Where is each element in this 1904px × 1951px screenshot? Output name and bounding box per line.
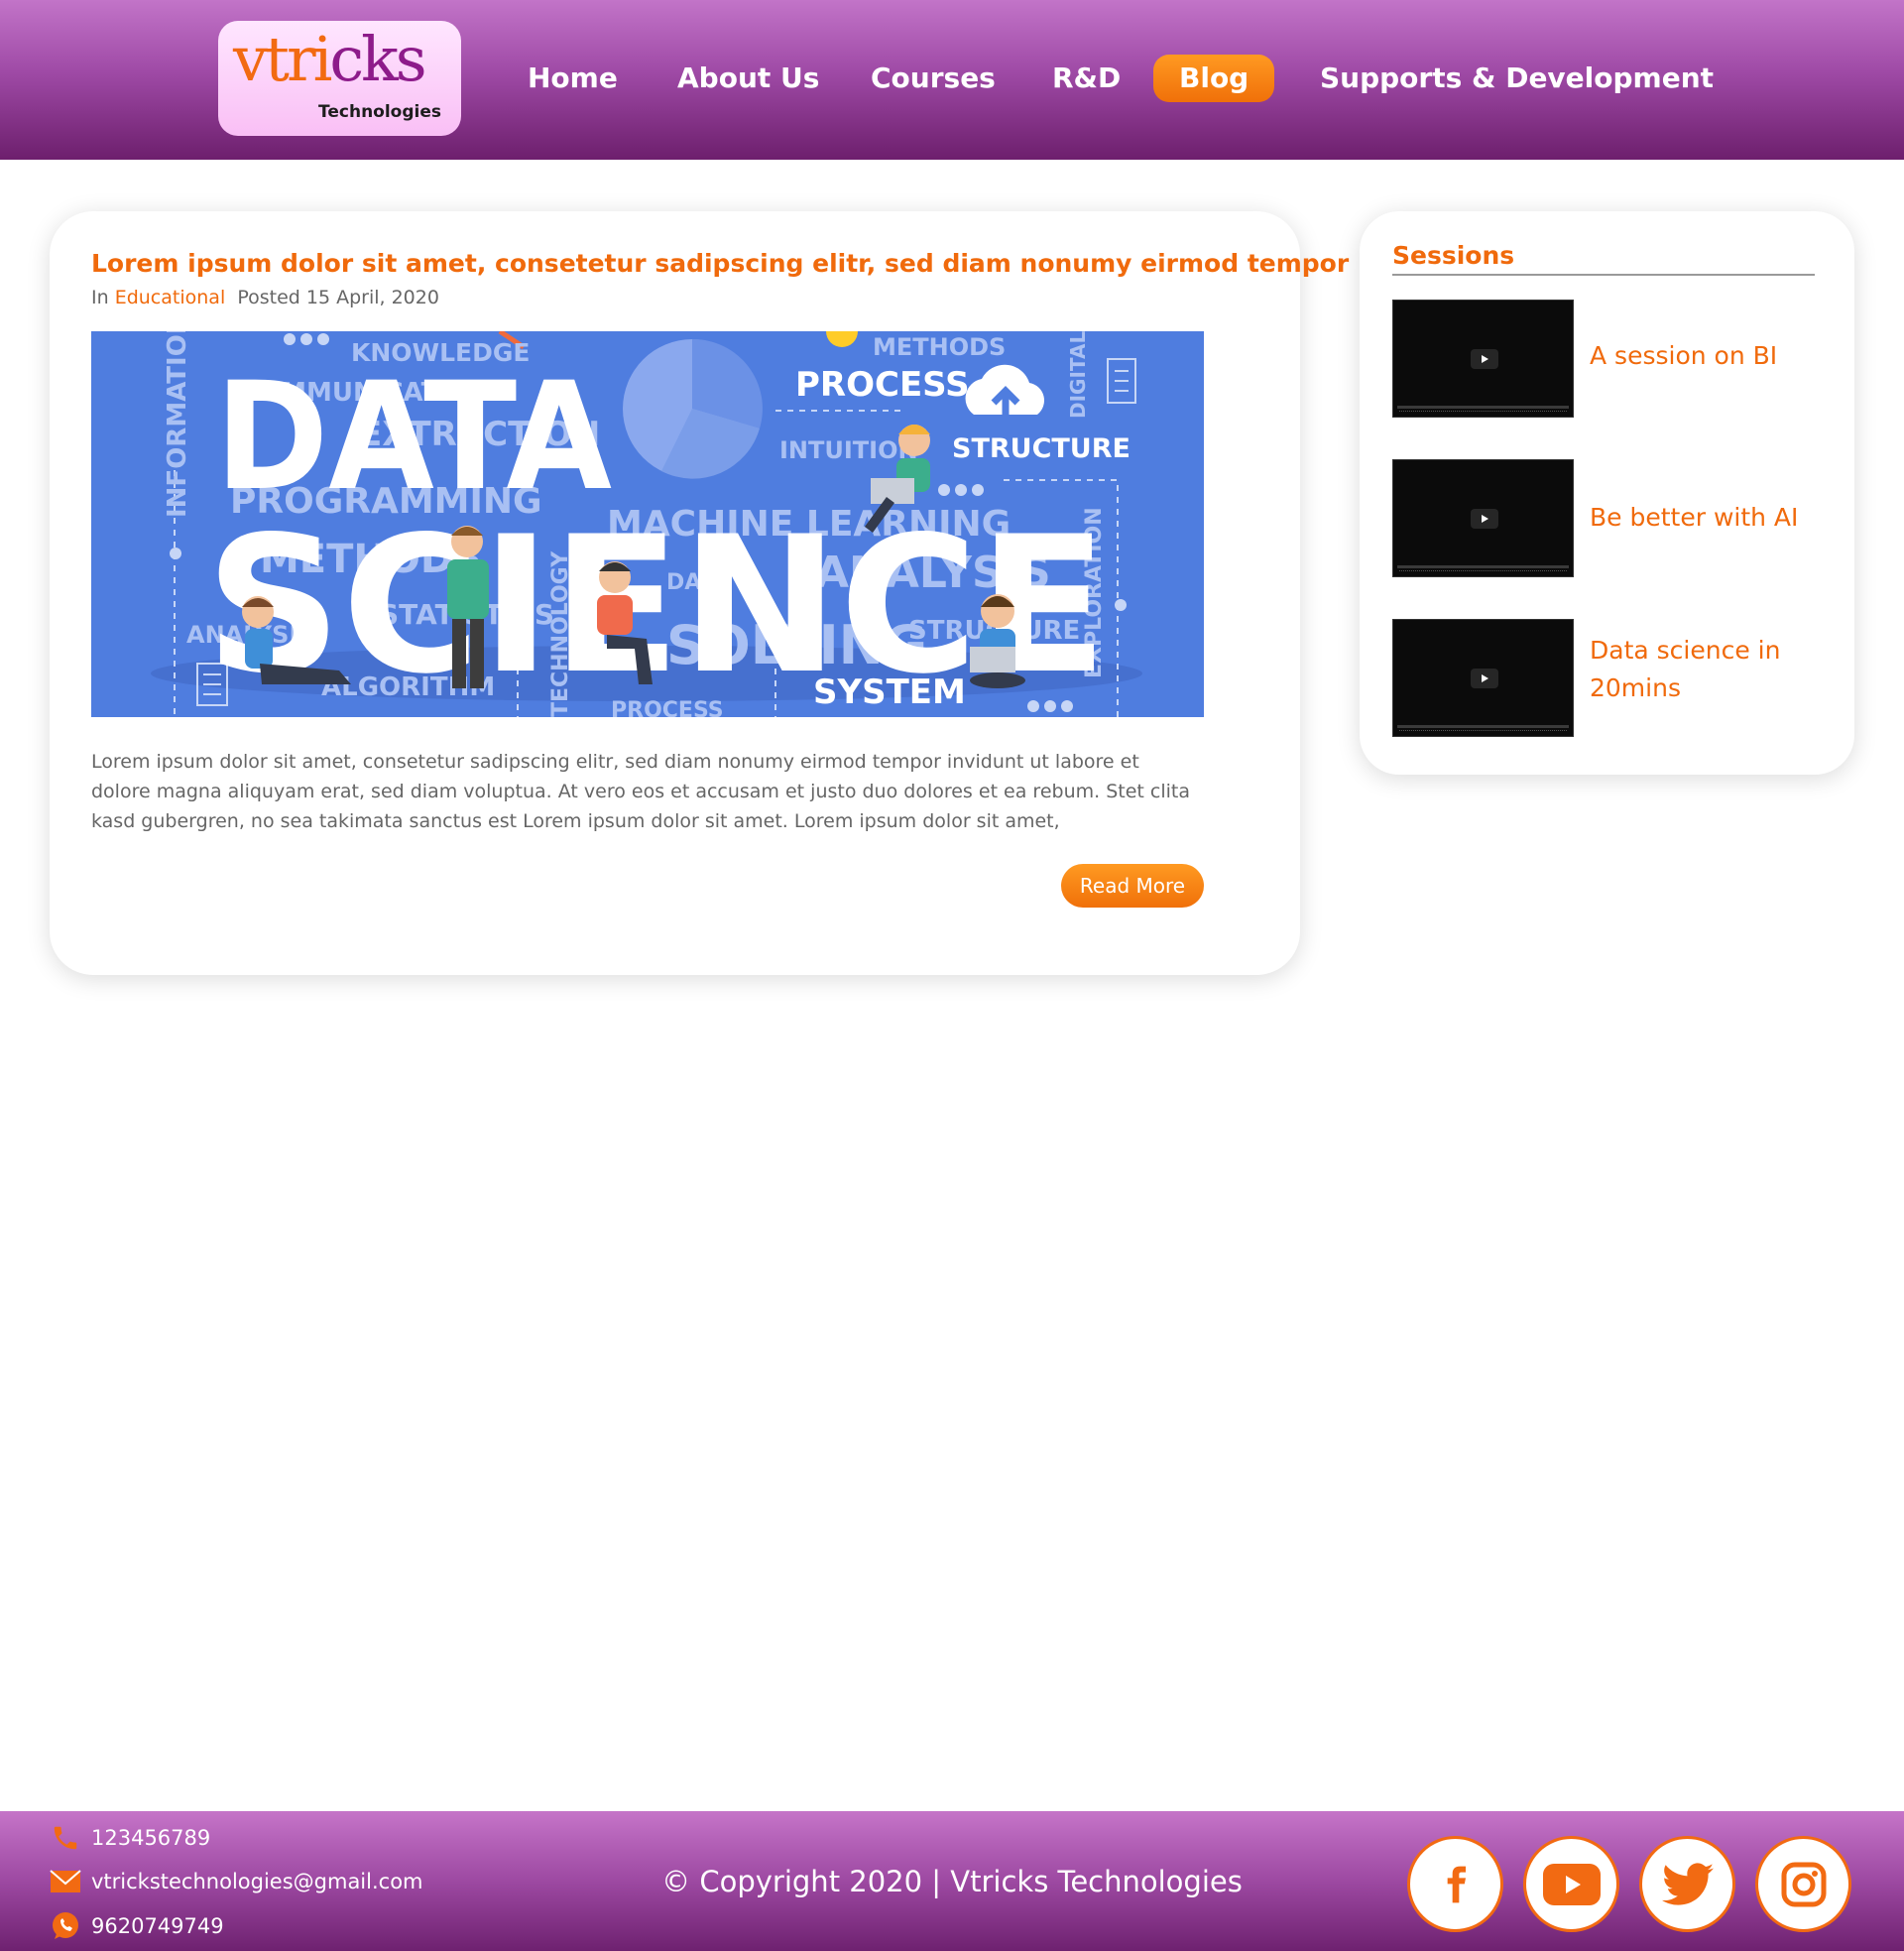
post-excerpt: Lorem ipsum dolor sit amet, consetetur s… xyxy=(91,751,1190,832)
session-title[interactable]: Be better with AI xyxy=(1590,499,1818,537)
youtube-icon xyxy=(1542,1863,1601,1905)
footer-phone[interactable]: 123456789 xyxy=(50,1823,210,1853)
logo-subtitle: Technologies xyxy=(318,102,441,122)
word-methods-top: METHODS xyxy=(873,333,1006,361)
whatsapp-number: 9620749749 xyxy=(91,1914,224,1938)
session-item: A session on BI xyxy=(1392,300,1819,419)
word-information: INFORMATION xyxy=(163,331,192,518)
play-icon[interactable] xyxy=(1471,669,1498,688)
nav-home[interactable]: Home xyxy=(528,55,618,102)
play-icon[interactable] xyxy=(1471,349,1498,369)
word-digital: DIGITAL xyxy=(1066,331,1090,419)
post-date: Posted 15 April, 2020 xyxy=(237,287,439,308)
sessions-title: Sessions xyxy=(1392,241,1515,270)
video-controls xyxy=(1399,570,1567,575)
session-video-thumbnail[interactable] xyxy=(1392,459,1574,577)
pie-chart-icon xyxy=(623,338,763,479)
blog-post-card: Lorem ipsum dolor sit amet, consetetur s… xyxy=(50,211,1349,975)
phone-icon xyxy=(50,1823,81,1853)
session-title[interactable]: Data science in 20mins xyxy=(1590,632,1818,707)
facebook-link[interactable] xyxy=(1407,1836,1503,1932)
phone-number: 123456789 xyxy=(91,1826,211,1850)
post-meta: In Educational Posted 15 April, 2020 xyxy=(91,287,439,308)
session-item: Be better with AI xyxy=(1392,459,1819,578)
play-icon[interactable] xyxy=(1471,509,1498,529)
twitter-link[interactable] xyxy=(1639,1836,1735,1932)
footer-whatsapp[interactable]: 9620749749 xyxy=(50,1911,224,1941)
session-item: Data science in 20mins xyxy=(1392,619,1819,738)
post-featured-image: KNOWLEDGE METHODS INTUITION INFORMATION … xyxy=(91,331,1204,717)
session-video-thumbnail[interactable] xyxy=(1392,300,1574,418)
facebook-icon xyxy=(1447,1866,1466,1902)
site-header: vtricks Technologies Home About Us Cours… xyxy=(0,0,1904,160)
post-title[interactable]: Lorem ipsum dolor sit amet, consetetur s… xyxy=(91,249,1349,278)
word-intuition: INTUITION xyxy=(779,436,918,464)
nav-courses[interactable]: Courses xyxy=(871,55,996,102)
video-controls xyxy=(1399,730,1567,735)
twitter-icon xyxy=(1661,1862,1714,1905)
data-science-illustration: KNOWLEDGE METHODS INTUITION INFORMATION … xyxy=(91,331,1204,717)
session-video-thumbnail[interactable] xyxy=(1392,619,1574,737)
sessions-sidebar: Sessions A session on BI Be better with … xyxy=(1360,211,1854,775)
logo-wordmark-main: vtri xyxy=(233,23,332,95)
instagram-link[interactable] xyxy=(1755,1836,1851,1932)
post-category-link[interactable]: Educational xyxy=(115,287,226,308)
video-progress-bar xyxy=(1397,725,1569,728)
video-progress-bar xyxy=(1397,406,1569,409)
word-structure: STRUCTURE xyxy=(952,433,1130,464)
sessions-divider xyxy=(1392,274,1815,276)
post-meta-in: In xyxy=(91,287,109,308)
nav-about-us[interactable]: About Us xyxy=(677,55,819,102)
whatsapp-icon xyxy=(50,1911,81,1941)
read-more-button[interactable]: Read More xyxy=(1061,864,1204,908)
logo-wordmark-accent: cks xyxy=(329,23,426,95)
logo-wordmark: vtricks xyxy=(233,29,427,90)
session-title[interactable]: A session on BI xyxy=(1590,337,1818,375)
youtube-link[interactable] xyxy=(1523,1836,1619,1932)
word-process: PROCESS xyxy=(795,365,970,405)
nav-supports-development[interactable]: Supports & Development xyxy=(1320,55,1714,102)
site-logo[interactable]: vtricks Technologies xyxy=(218,21,461,136)
nav-blog[interactable]: Blog xyxy=(1153,55,1275,102)
instagram-icon xyxy=(1781,1862,1826,1906)
video-controls xyxy=(1399,411,1567,416)
video-progress-bar xyxy=(1397,565,1569,568)
nav-rnd[interactable]: R&D xyxy=(1052,55,1121,102)
